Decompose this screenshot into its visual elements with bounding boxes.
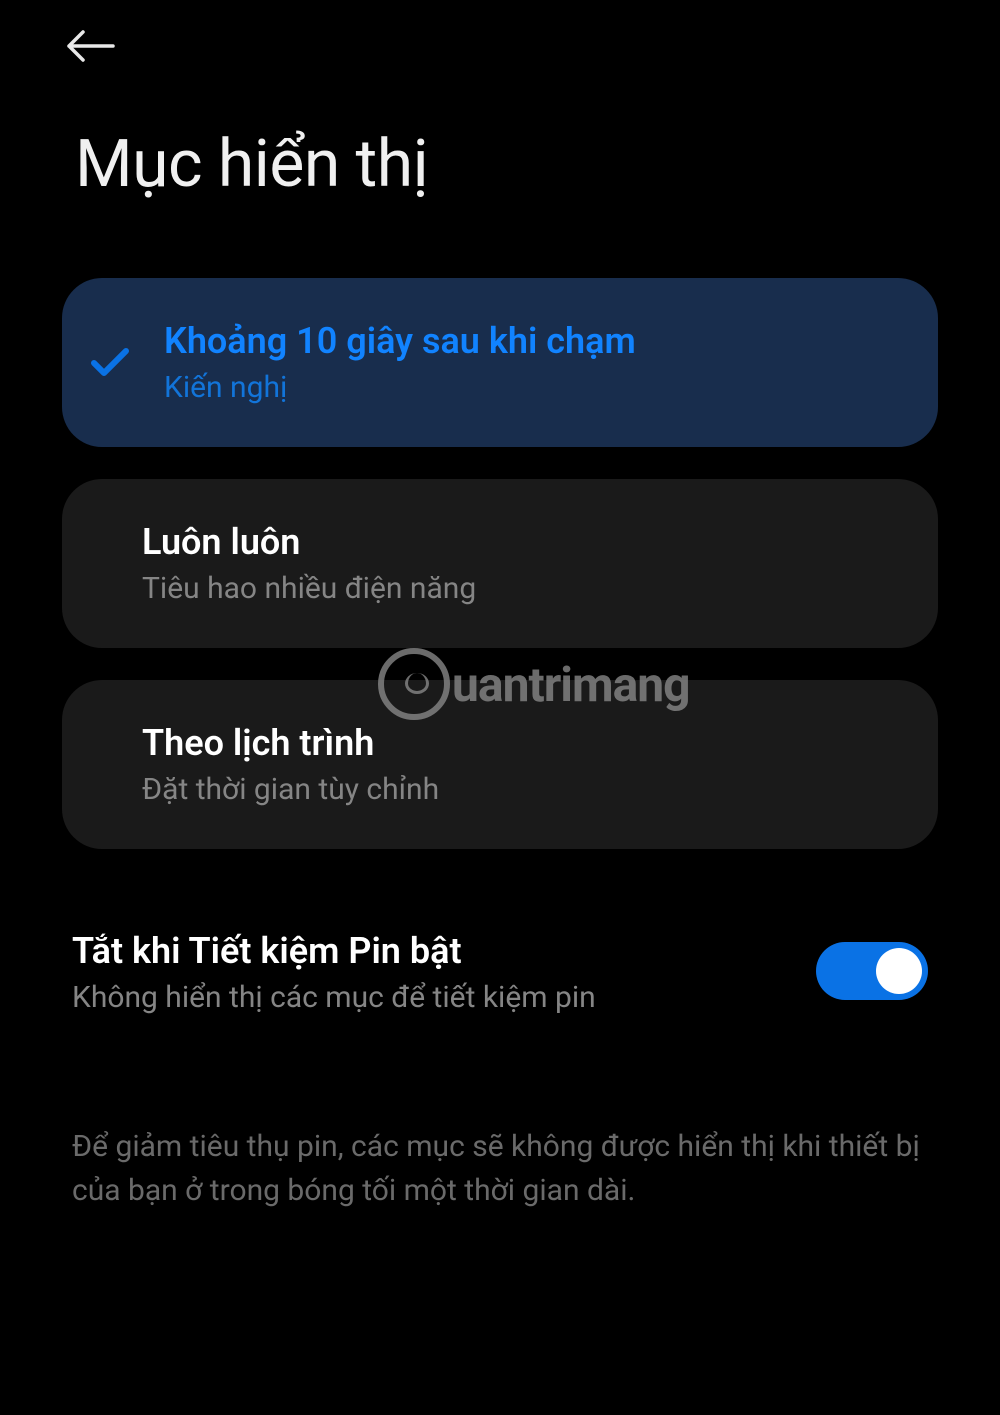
options-list: Khoảng 10 giây sau khi chạm Kiến nghị Lu… <box>62 278 938 849</box>
toggle-handle <box>876 948 922 994</box>
option-subtitle: Tiêu hao nhiều điện năng <box>142 571 476 606</box>
page-title: Mục hiển thị <box>75 126 428 203</box>
arrow-left-icon <box>65 28 115 64</box>
option-title: Theo lịch trình <box>142 722 439 764</box>
option-title: Khoảng 10 giây sau khi chạm <box>164 320 636 362</box>
option-text: Theo lịch trình Đặt thời gian tùy chỉnh <box>142 722 439 807</box>
toggle-title: Tắt khi Tiết kiệm Pin bật <box>72 930 776 972</box>
option-subtitle: Kiến nghị <box>164 370 636 405</box>
battery-saver-toggle-section: Tắt khi Tiết kiệm Pin bật Không hiển thị… <box>72 930 928 1015</box>
back-button[interactable] <box>65 28 115 64</box>
option-text: Khoảng 10 giây sau khi chạm Kiến nghị <box>164 320 636 405</box>
checkmark-icon <box>90 347 130 379</box>
battery-saver-toggle[interactable] <box>816 942 928 1000</box>
option-scheduled[interactable]: Theo lịch trình Đặt thời gian tùy chỉnh <box>62 680 938 849</box>
option-subtitle: Đặt thời gian tùy chỉnh <box>142 772 439 807</box>
toggle-text: Tắt khi Tiết kiệm Pin bật Không hiển thị… <box>72 930 816 1015</box>
option-title: Luôn luôn <box>142 521 476 563</box>
option-10-seconds[interactable]: Khoảng 10 giây sau khi chạm Kiến nghị <box>62 278 938 447</box>
option-always[interactable]: Luôn luôn Tiêu hao nhiều điện năng <box>62 479 938 648</box>
checkmark-container <box>78 347 142 379</box>
footer-info-text: Để giảm tiêu thụ pin, các mục sẽ không đ… <box>72 1125 928 1212</box>
option-text: Luôn luôn Tiêu hao nhiều điện năng <box>142 521 476 606</box>
toggle-subtitle: Không hiển thị các mục để tiết kiệm pin <box>72 980 776 1015</box>
